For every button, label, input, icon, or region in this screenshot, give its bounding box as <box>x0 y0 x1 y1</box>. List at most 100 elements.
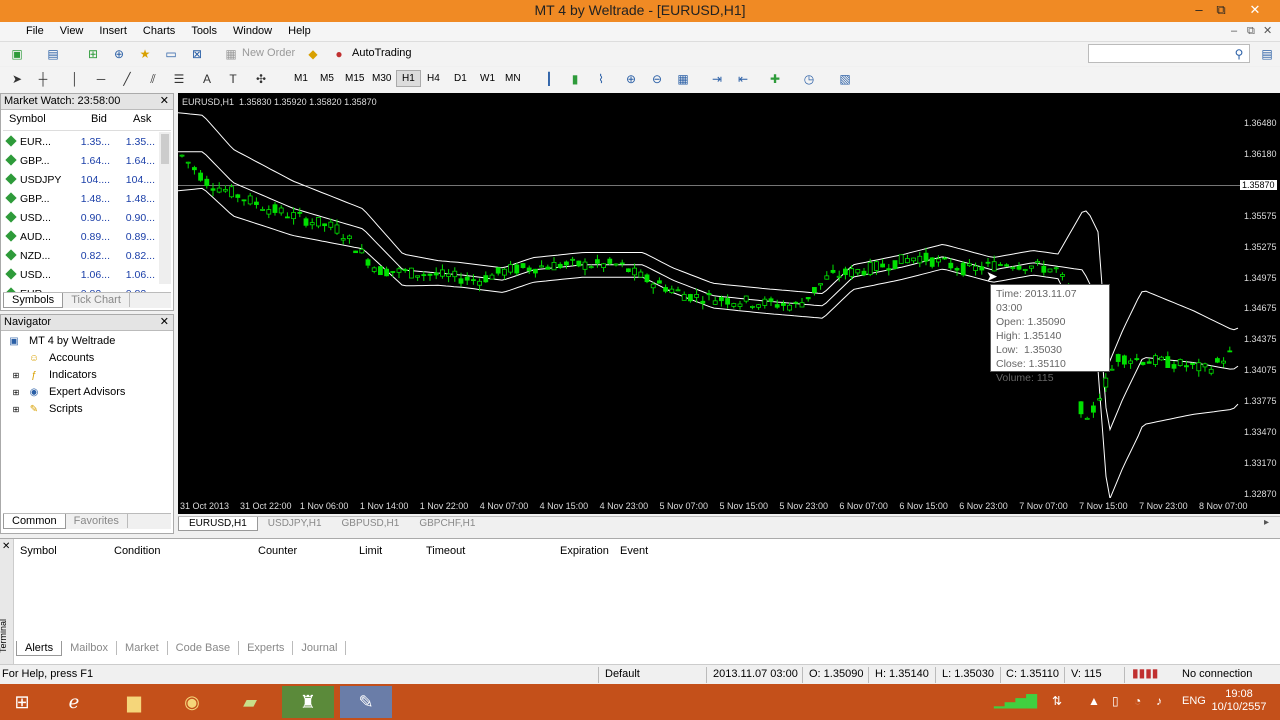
col-limit[interactable]: Limit <box>359 545 382 557</box>
mdi-close-button[interactable]: ✕ <box>1260 22 1275 40</box>
bar-chart-icon[interactable]: ┃ <box>540 70 558 88</box>
search-input[interactable] <box>1088 44 1250 63</box>
cursor-icon[interactable]: ➤ <box>8 70 26 88</box>
autotrading-button[interactable]: AutoTrading <box>352 47 412 59</box>
internet-explorer-icon[interactable]: ℯ <box>48 686 100 718</box>
trendline-icon[interactable]: ╱ <box>118 70 136 88</box>
navigator-item-experts[interactable]: ⊞ ◉ Expert Advisors <box>7 384 171 401</box>
col-timeout[interactable]: Timeout <box>426 545 465 557</box>
line-chart-icon[interactable]: ⌇ <box>592 70 610 88</box>
tab-tick-chart[interactable]: Tick Chart <box>63 293 130 307</box>
text-icon[interactable]: A <box>198 70 216 88</box>
navigator-root[interactable]: ▣ MT 4 by Weltrade <box>7 333 171 350</box>
chrome-icon[interactable]: ◉ <box>166 686 218 718</box>
col-expiration[interactable]: Expiration <box>560 545 609 557</box>
market-watch-row[interactable]: USD... 1.06... 1.06... <box>3 265 159 284</box>
terminal-icon[interactable]: ▭ <box>162 45 180 63</box>
tf-m5[interactable]: M5 <box>320 73 334 84</box>
arrows-icon[interactable]: ✣ <box>252 70 270 88</box>
file-explorer-icon[interactable]: ▆ <box>108 686 160 718</box>
system-clock[interactable]: 19:08 10/10/2557 <box>1210 688 1268 714</box>
tab-scroll-right-icon[interactable]: ▸ <box>1264 517 1269 528</box>
tab-gbpusd[interactable]: GBPUSD,H1 <box>332 517 410 530</box>
tf-h1[interactable]: H1 <box>396 70 421 87</box>
menu-file[interactable]: File <box>18 22 52 40</box>
market-watch-scrollbar[interactable] <box>159 132 171 284</box>
col-ask[interactable]: Ask <box>133 113 151 125</box>
metatrader-icon[interactable]: ♜ <box>282 686 334 718</box>
menu-insert[interactable]: Insert <box>91 22 135 40</box>
vertical-line-icon[interactable]: │ <box>66 70 84 88</box>
expand-icon[interactable]: ⊞ <box>9 386 23 399</box>
zoom-in-icon[interactable]: ⊕ <box>622 70 640 88</box>
market-watch-row[interactable]: EUR... 1.35... 1.35... <box>3 132 159 151</box>
close-icon[interactable]: ✕ <box>160 94 169 109</box>
tab-experts[interactable]: Experts <box>239 641 294 655</box>
tab-journal[interactable]: Journal <box>293 641 347 655</box>
market-watch-row[interactable]: GBP... 1.64... 1.64... <box>3 151 159 170</box>
navigator-icon[interactable]: ★ <box>136 45 154 63</box>
navigator-item-indicators[interactable]: ⊞ ƒ Indicators <box>7 367 171 384</box>
tf-w1[interactable]: W1 <box>480 73 495 84</box>
profiles-icon[interactable]: ▤ <box>44 45 62 63</box>
zoom-out-icon[interactable]: ⊖ <box>648 70 666 88</box>
close-button[interactable]: ✕ <box>1232 0 1278 20</box>
menu-tools[interactable]: Tools <box>183 22 225 40</box>
horizontal-line-icon[interactable]: ─ <box>92 70 110 88</box>
text-label-icon[interactable]: T <box>224 70 242 88</box>
periods-icon[interactable]: ◷ <box>800 70 818 88</box>
tab-gbpchf[interactable]: GBPCHF,H1 <box>409 517 485 530</box>
expand-icon[interactable]: ⊞ <box>9 403 23 416</box>
fibonacci-icon[interactable]: ☰ <box>170 70 188 88</box>
menu-help[interactable]: Help <box>280 22 319 40</box>
volume-icon[interactable]: ♪ <box>1156 694 1162 708</box>
indicators-icon[interactable]: ✚ <box>766 70 784 88</box>
expand-icon[interactable]: ⊞ <box>9 369 23 382</box>
metaeditor-taskbar-icon[interactable]: ✎ <box>340 686 392 718</box>
app-icon[interactable]: ▰ <box>224 686 276 718</box>
col-symbol[interactable]: Symbol <box>9 113 46 125</box>
tile-windows-icon[interactable]: ▦ <box>674 70 692 88</box>
col-event[interactable]: Event <box>620 545 648 557</box>
tab-eurusd[interactable]: EURUSD,H1 <box>178 517 258 531</box>
crosshair-icon[interactable]: ┼ <box>34 70 52 88</box>
tab-favorites[interactable]: Favorites <box>66 514 128 528</box>
menu-window[interactable]: Window <box>225 22 280 40</box>
new-order-button[interactable]: New Order <box>242 47 295 59</box>
close-icon[interactable]: ✕ <box>160 315 169 330</box>
tab-mailbox[interactable]: Mailbox <box>62 641 118 655</box>
tf-d1[interactable]: D1 <box>454 73 467 84</box>
market-watch-icon[interactable]: ⊞ <box>84 45 102 63</box>
close-icon[interactable]: ✕ <box>2 541 10 552</box>
search-icon[interactable]: ⚲ <box>1230 45 1248 63</box>
battery-icon[interactable]: ▯ <box>1112 694 1119 708</box>
metaeditor-icon[interactable]: ◆ <box>304 45 322 63</box>
tab-market[interactable]: Market <box>117 641 168 655</box>
tf-h4[interactable]: H4 <box>427 73 440 84</box>
navigator-item-scripts[interactable]: ⊞ ✎ Scripts <box>7 401 171 418</box>
menu-charts[interactable]: Charts <box>135 22 183 40</box>
tf-m30[interactable]: M30 <box>372 73 391 84</box>
tf-mn[interactable]: MN <box>505 73 521 84</box>
minimize-button[interactable]: – <box>1188 0 1210 20</box>
restore-button[interactable]: ⧉ <box>1210 0 1232 20</box>
equidistant-channel-icon[interactable]: ⫽ <box>144 70 162 88</box>
chart-shift-icon[interactable]: ⇤ <box>734 70 752 88</box>
tf-m1[interactable]: M1 <box>294 73 308 84</box>
new-chart-icon[interactable]: ▣ <box>8 45 26 63</box>
navigator-item-accounts[interactable]: ☺ Accounts <box>7 350 171 367</box>
col-condition[interactable]: Condition <box>114 545 160 557</box>
market-watch-row[interactable]: AUD... 0.89... 0.89... <box>3 227 159 246</box>
menu-view[interactable]: View <box>52 22 92 40</box>
candlestick-icon[interactable]: ▮ <box>566 70 584 88</box>
mdi-minimize-button[interactable]: – <box>1228 22 1240 40</box>
community-icon[interactable]: ▤ <box>1258 45 1276 63</box>
templates-icon[interactable]: ▧ <box>836 70 854 88</box>
market-watch-row[interactable]: USDJPY 104.... 104.... <box>3 170 159 189</box>
col-alert-symbol[interactable]: Symbol <box>20 545 57 557</box>
tab-alerts[interactable]: Alerts <box>16 641 63 656</box>
language-indicator[interactable]: ENG <box>1182 695 1206 707</box>
col-bid[interactable]: Bid <box>91 113 107 125</box>
wifi-icon[interactable]: ◔ <box>1134 694 1141 708</box>
tf-m15[interactable]: M15 <box>345 73 364 84</box>
